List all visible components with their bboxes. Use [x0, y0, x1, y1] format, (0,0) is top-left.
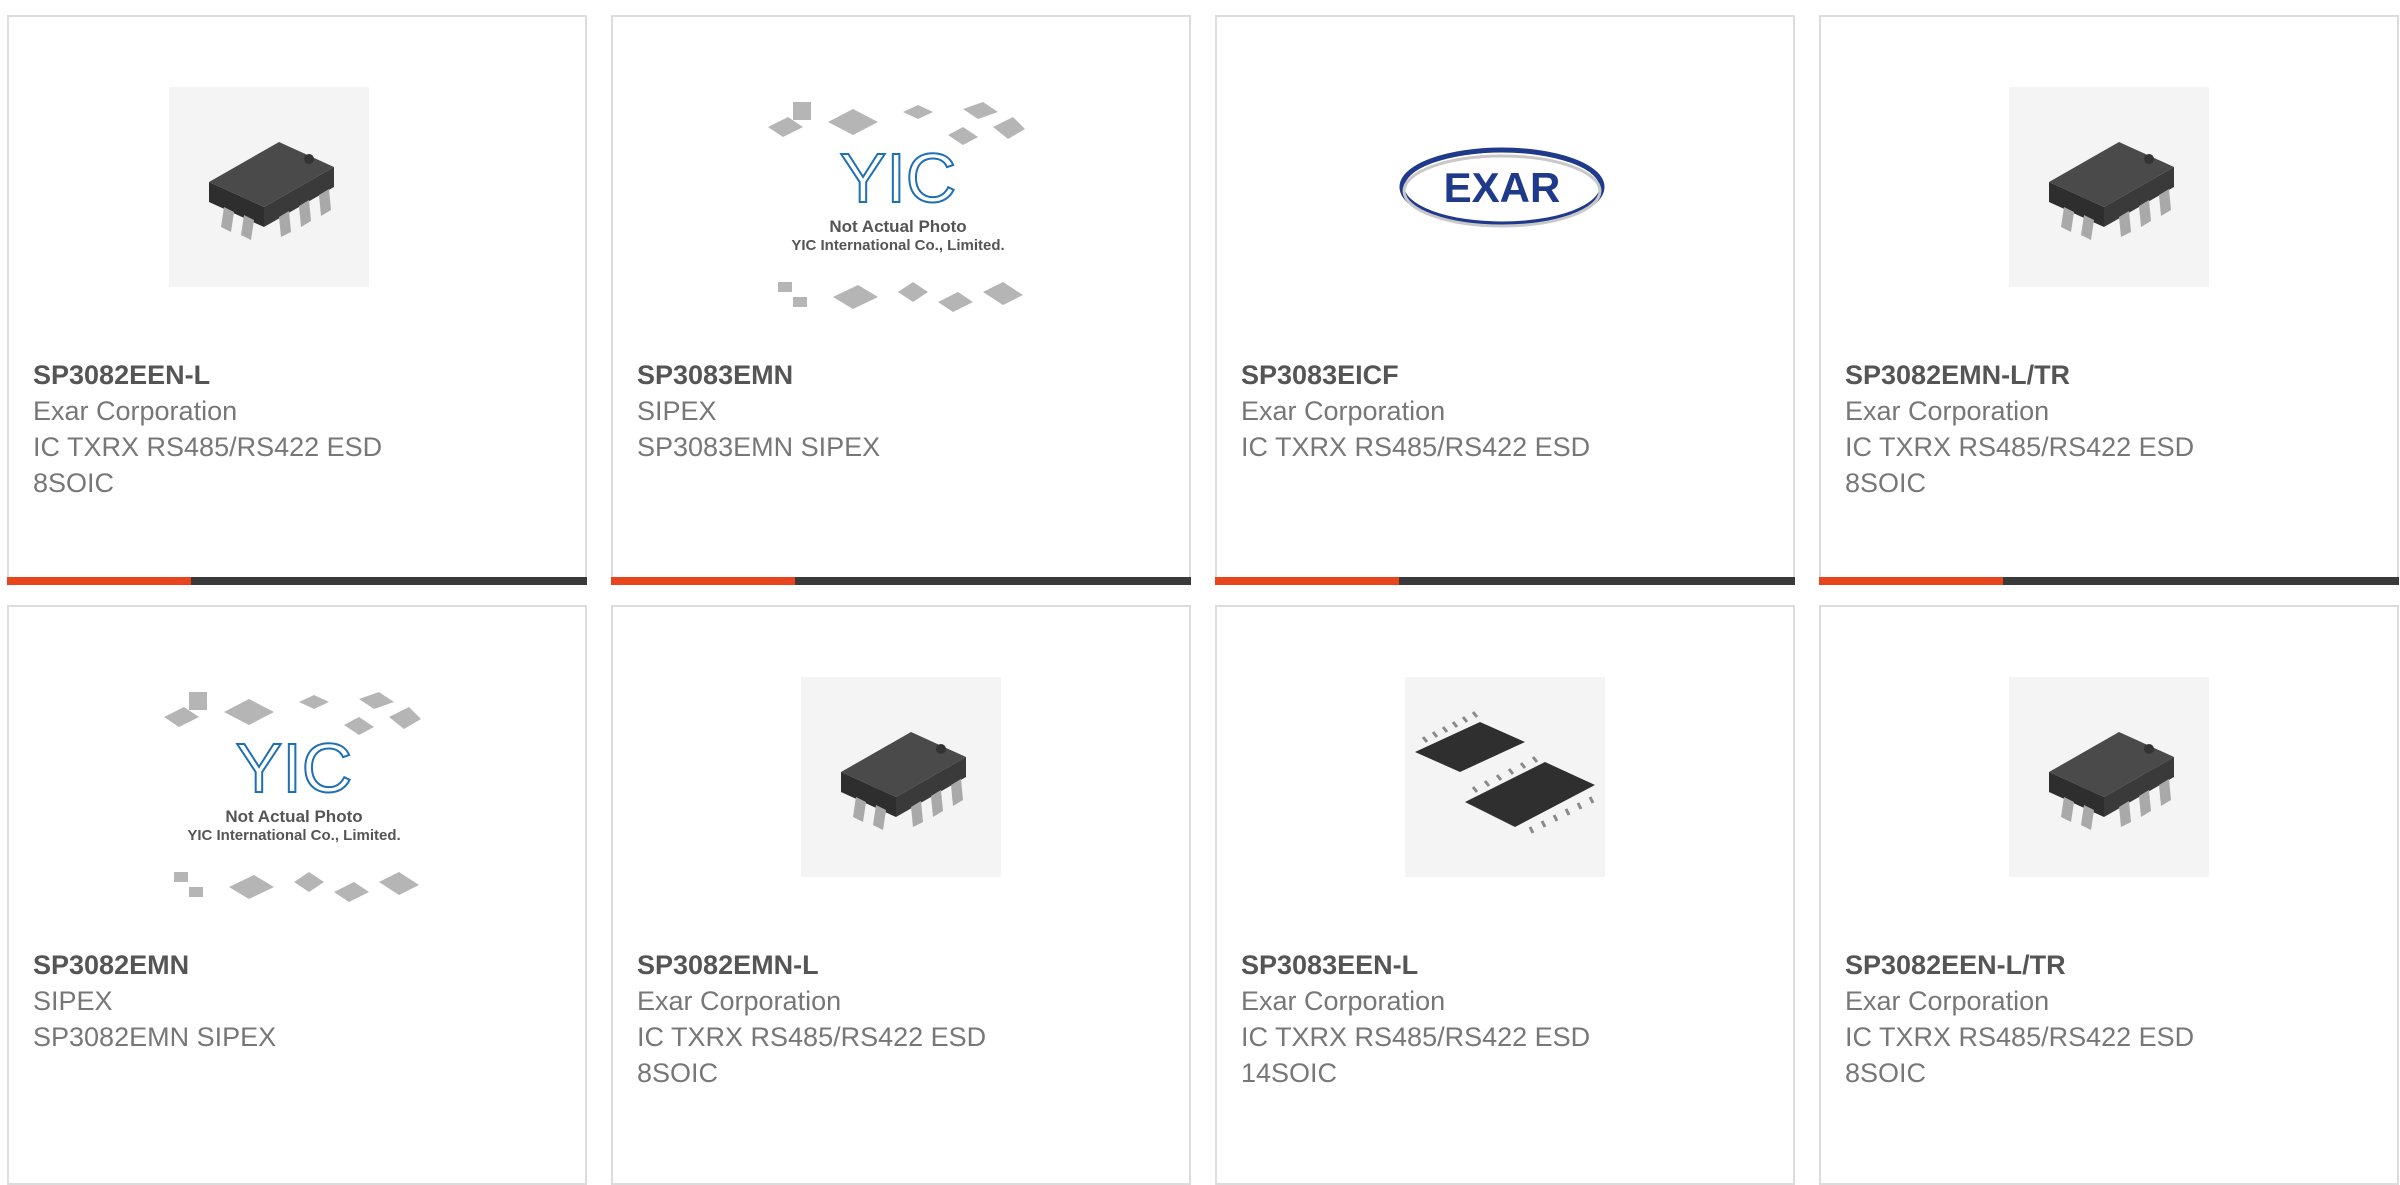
package: 8SOIC: [1845, 468, 1927, 498]
soic8-chip-image: [801, 677, 1001, 877]
svg-text:Not Actual Photo: Not Actual Photo: [225, 807, 362, 826]
package: 14SOIC: [1241, 1058, 1338, 1088]
manufacturer: SIPEX: [637, 396, 717, 426]
exar-logo-image: EXAR: [1399, 147, 1605, 228]
card-bottom-bar: [1215, 577, 1795, 585]
card-bottom-bar: [611, 577, 1191, 585]
product-card[interactable]: YIC Not Actual Photo YIC International C…: [611, 15, 1191, 585]
card-bottom-bar: [7, 577, 587, 585]
package: 8SOIC: [33, 468, 115, 498]
exar-logo-text: EXAR: [1444, 164, 1561, 211]
product-card[interactable]: SP3082EEN-L/TR Exar Corporation IC TXRX …: [1819, 605, 2399, 1185]
manufacturer: Exar Corporation: [1241, 986, 1446, 1016]
part-number[interactable]: SP3082EMN-L: [637, 947, 1169, 983]
product-image[interactable]: [801, 677, 1001, 877]
svg-text:YIC International Co., Limited: YIC International Co., Limited.: [791, 237, 1004, 254]
package: 8SOIC: [1845, 1058, 1927, 1088]
soic8-chip-image: [2009, 87, 2209, 287]
part-number[interactable]: SP3083EMN: [637, 357, 1169, 393]
svg-text:YIC International Co., Limited: YIC International Co., Limited.: [187, 827, 400, 844]
accent-bar: [611, 577, 795, 585]
manufacturer: SIPEX: [33, 986, 113, 1016]
yic-logo-text: YIC: [236, 729, 353, 807]
manufacturer: Exar Corporation: [1241, 396, 1446, 426]
product-image[interactable]: YIC Not Actual Photo YIC International C…: [159, 687, 429, 927]
part-number[interactable]: SP3082EMN: [33, 947, 565, 983]
yic-placeholder-image: YIC Not Actual Photo YIC International C…: [768, 102, 1025, 312]
yic-logo-text: YIC: [840, 139, 957, 217]
part-number[interactable]: SP3082EEN-L/TR: [1845, 947, 2377, 983]
manufacturer: Exar Corporation: [1845, 986, 2050, 1016]
product-image[interactable]: [2009, 87, 2209, 287]
svg-text:Not Actual Photo: Not Actual Photo: [829, 217, 966, 236]
manufacturer: Exar Corporation: [637, 986, 842, 1016]
product-image[interactable]: [169, 87, 369, 287]
product-card[interactable]: SP3082EEN-L Exar Corporation IC TXRX RS4…: [7, 15, 587, 585]
description: IC TXRX RS485/RS422 ESD: [1241, 1022, 1591, 1052]
description: SP3082EMN SIPEX: [33, 1022, 277, 1052]
product-grid: SP3082EEN-L Exar Corporation IC TXRX RS4…: [0, 0, 2400, 1185]
accent-bar: [1819, 577, 2003, 585]
product-image[interactable]: [2009, 677, 2209, 877]
yic-placeholder-image: YIC Not Actual Photo YIC International C…: [164, 692, 421, 902]
part-number[interactable]: SP3083EEN-L: [1241, 947, 1773, 983]
product-card[interactable]: SP3082EMN-L/TR Exar Corporation IC TXRX …: [1819, 15, 2399, 585]
product-image[interactable]: YIC Not Actual Photo YIC International C…: [763, 97, 1033, 337]
product-card[interactable]: SP3082EMN-L Exar Corporation IC TXRX RS4…: [611, 605, 1191, 1185]
card-bottom-bar: [1819, 577, 2399, 585]
product-image[interactable]: EXAR: [1397, 142, 1607, 232]
description: IC TXRX RS485/RS422 ESD: [1845, 432, 2195, 462]
description: IC TXRX RS485/RS422 ESD: [637, 1022, 987, 1052]
accent-bar: [7, 577, 191, 585]
description: IC TXRX RS485/RS422 ESD: [1241, 432, 1591, 462]
description: IC TXRX RS485/RS422 ESD: [33, 432, 383, 462]
part-number[interactable]: SP3083EICF: [1241, 357, 1773, 393]
part-number[interactable]: SP3082EMN-L/TR: [1845, 357, 2377, 393]
description: SP3083EMN SIPEX: [637, 432, 881, 462]
manufacturer: Exar Corporation: [1845, 396, 2050, 426]
product-image[interactable]: [1405, 677, 1605, 877]
accent-bar: [1215, 577, 1399, 585]
manufacturer: Exar Corporation: [33, 396, 238, 426]
package: 8SOIC: [637, 1058, 719, 1088]
product-card[interactable]: SP3083EEN-L Exar Corporation IC TXRX RS4…: [1215, 605, 1795, 1185]
soic8-chip-image: [2009, 677, 2209, 877]
product-card[interactable]: YIC Not Actual Photo YIC International C…: [7, 605, 587, 1185]
soic8-chip-image: [169, 87, 369, 287]
part-number[interactable]: SP3082EEN-L: [33, 357, 565, 393]
description: IC TXRX RS485/RS422 ESD: [1845, 1022, 2195, 1052]
product-card[interactable]: EXAR SP3083EICF Exar Corporation IC TXRX…: [1215, 15, 1795, 585]
soic14-pair-image: [1405, 677, 1605, 877]
